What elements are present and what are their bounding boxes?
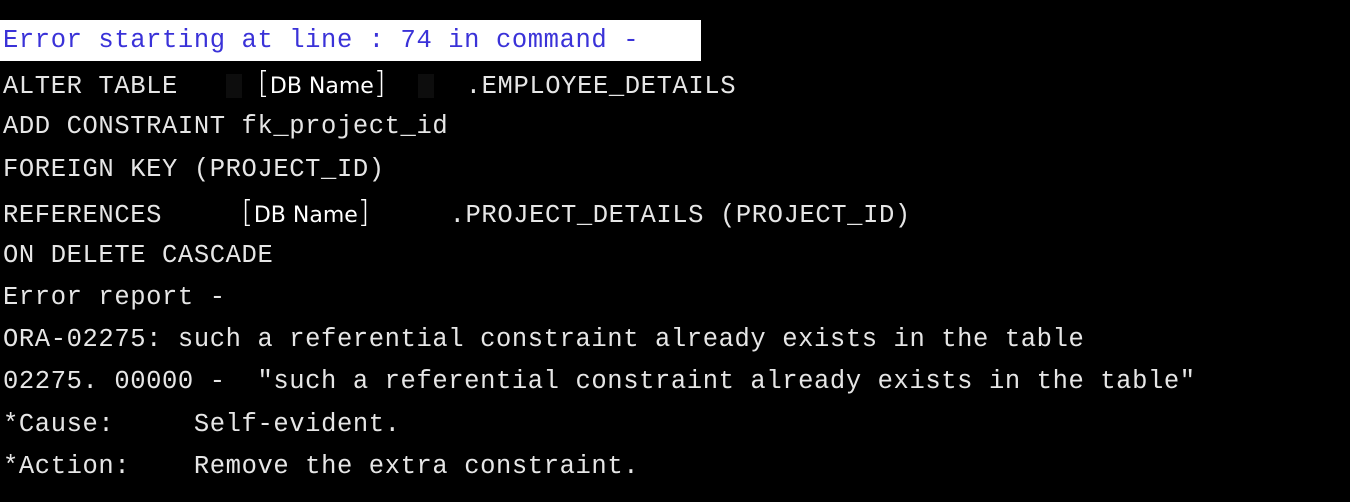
- action-text: Remove the extra constraint.: [193, 452, 640, 481]
- sql-line-alter-table: ALTER TABLE [DB Name] .EMPLOYEE_DETAILS: [3, 65, 736, 103]
- redacted-block: [417, 74, 434, 99]
- alter-db-name-annotation: DB Name: [269, 74, 374, 99]
- alter-suffix: .EMPLOYEE_DETAILS: [465, 72, 737, 101]
- error-code-line: 02275. 00000 - "such a referential const…: [3, 367, 1196, 396]
- error-report-heading: Error report -: [3, 283, 226, 312]
- sql-line-references: REFERENCES [DB Name] .PROJECT_DETAILS (P…: [3, 194, 911, 232]
- sql-line-add-constraint: ADD CONSTRAINT fk_project_id: [3, 112, 449, 141]
- cause-label: *Cause:: [3, 410, 115, 439]
- sql-line-on-delete: ON DELETE CASCADE: [3, 241, 274, 270]
- open-bracket: [: [257, 66, 270, 101]
- open-bracket: [: [241, 195, 254, 230]
- close-bracket: ]: [357, 195, 371, 230]
- references-prefix: REFERENCES: [3, 201, 163, 230]
- action-line: *Action: Remove the extra constraint.: [3, 448, 639, 486]
- error-header-highlight: Error starting at line : 74 in command -: [0, 20, 701, 61]
- sql-line-foreign-key: FOREIGN KEY (PROJECT_ID): [3, 155, 385, 184]
- close-bracket: ]: [373, 66, 387, 101]
- action-label: *Action:: [3, 452, 131, 481]
- error-header-text: Error starting at line : 74 in command -: [3, 26, 640, 55]
- redacted-block: [225, 74, 242, 99]
- cause-text: Self-evident.: [193, 410, 401, 439]
- references-suffix: .PROJECT_DETAILS (PROJECT_ID): [449, 201, 911, 230]
- cause-line: *Cause: Self-evident.: [3, 406, 401, 444]
- alter-prefix: ALTER TABLE: [3, 72, 178, 101]
- ora-error-line: ORA-02275: such a referential constraint…: [3, 325, 1085, 354]
- references-db-name-annotation: DB Name: [253, 203, 358, 228]
